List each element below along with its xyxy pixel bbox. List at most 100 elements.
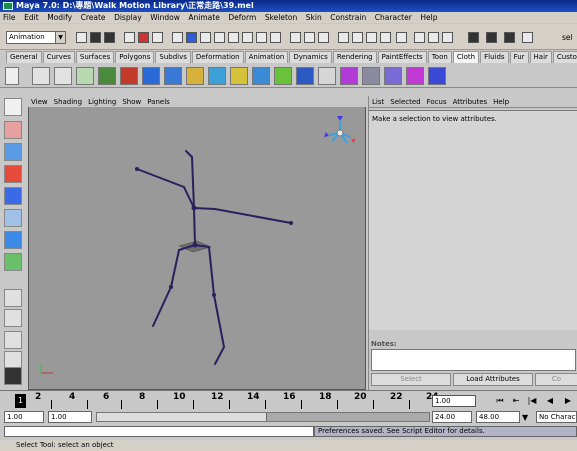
cloth-document-icon[interactable] — [318, 67, 336, 85]
open-scene-icon[interactable] — [90, 32, 101, 43]
render-icon[interactable] — [414, 32, 425, 43]
show-channel-box-icon[interactable] — [504, 32, 515, 43]
tab-subdivs[interactable]: Subdivs — [155, 51, 191, 63]
history-icon[interactable] — [338, 32, 349, 43]
current-frame-marker[interactable]: 1 — [15, 394, 26, 408]
attr-menu-list[interactable]: List — [369, 96, 387, 108]
menu-animate[interactable]: Animate — [185, 12, 222, 23]
viewport-menu-show[interactable]: Show — [119, 97, 144, 108]
go-to-start-icon[interactable]: ⏮ — [494, 394, 506, 407]
show-tool-settings-icon[interactable] — [486, 32, 497, 43]
tab-rendering[interactable]: Rendering — [332, 51, 377, 63]
tab-hair[interactable]: Hair — [529, 51, 552, 63]
cloth-collision-icon[interactable] — [142, 67, 160, 85]
select-button[interactable]: Select — [371, 373, 451, 386]
save-scene-icon[interactable] — [104, 32, 115, 43]
tab-curves[interactable]: Curves — [42, 51, 75, 63]
range-handle[interactable] — [97, 413, 267, 421]
menu-file[interactable]: File — [0, 12, 19, 23]
character-set-dropdown[interactable]: No Character — [536, 411, 577, 423]
select-hierarchy-icon[interactable] — [124, 32, 135, 43]
tab-painteffects[interactable]: PaintEffects — [377, 51, 427, 63]
playback-start-field[interactable]: 1.00 — [48, 411, 92, 423]
pick-mask-icon[interactable] — [172, 32, 183, 43]
select-deformers-icon[interactable] — [228, 32, 239, 43]
play-forward-icon[interactable]: ▶ — [562, 394, 574, 407]
move-tool-icon[interactable] — [4, 165, 22, 183]
tab-fur[interactable]: Fur — [509, 51, 529, 63]
four-pane-layout-icon[interactable] — [4, 309, 22, 327]
tab-deformation[interactable]: Deformation — [191, 51, 244, 63]
tab-custom[interactable]: Custom — [552, 51, 577, 63]
menu-constrain[interactable]: Constrain — [327, 12, 369, 23]
select-curves-icon[interactable] — [200, 32, 211, 43]
select-tool-icon[interactable] — [4, 98, 22, 116]
new-scene-icon[interactable] — [76, 32, 87, 43]
tab-polygons[interactable]: Polygons — [115, 51, 155, 63]
menu-skin[interactable]: Skin — [303, 12, 325, 23]
cloth-solver-icon[interactable] — [98, 67, 116, 85]
cloth-field-icon[interactable] — [208, 67, 226, 85]
cloth-property-icon[interactable] — [186, 67, 204, 85]
chevron-down-icon[interactable]: ▼ — [522, 413, 528, 422]
animation-start-field[interactable]: 1.00 — [4, 411, 44, 423]
menu-create[interactable]: Create — [78, 12, 109, 23]
snap-point-icon[interactable] — [318, 32, 329, 43]
viewport-menu-shading[interactable]: Shading — [51, 97, 85, 108]
snap-curve-icon[interactable] — [304, 32, 315, 43]
create-panel-icon[interactable] — [54, 67, 72, 85]
select-component-icon[interactable] — [152, 32, 163, 43]
perspective-viewport[interactable] — [28, 96, 366, 390]
step-back-frame-icon[interactable]: |◀ — [526, 394, 538, 407]
viewport-menu-panels[interactable]: Panels — [144, 97, 173, 108]
show-attribute-editor-icon[interactable] — [468, 32, 479, 43]
input-line-icon[interactable] — [396, 32, 407, 43]
cloth-paint-icon[interactable] — [384, 67, 402, 85]
cloth-update-icon[interactable] — [296, 67, 314, 85]
play-backward-icon[interactable]: ◀ — [544, 394, 556, 407]
menu-window[interactable]: Window — [147, 12, 183, 23]
command-input[interactable] — [4, 426, 314, 437]
select-surfaces-icon[interactable] — [214, 32, 225, 43]
cloth-constraint-icon[interactable] — [164, 67, 182, 85]
scale-tool-icon[interactable] — [4, 209, 22, 227]
step-back-key-icon[interactable]: ⇤ — [510, 394, 522, 407]
tab-surfaces[interactable]: Surfaces — [75, 51, 115, 63]
render-globals-icon[interactable] — [442, 32, 453, 43]
cloth-simulate-icon[interactable] — [274, 67, 292, 85]
cloth-remove-icon[interactable] — [362, 67, 380, 85]
playback-range-bar[interactable] — [96, 412, 430, 422]
tab-fluids[interactable]: Fluids — [480, 51, 509, 63]
menu-set-dropdown[interactable]: Animation ▼ — [6, 31, 66, 44]
snap-grid-icon[interactable] — [290, 32, 301, 43]
menu-edit[interactable]: Edit — [21, 12, 42, 23]
attr-menu-attributes[interactable]: Attributes — [450, 96, 491, 108]
tab-cloth[interactable]: Cloth — [452, 51, 480, 63]
menu-skeleton[interactable]: Skeleton — [262, 12, 300, 23]
ipr-render-icon[interactable] — [428, 32, 439, 43]
paint-select-tool-icon[interactable] — [4, 143, 22, 161]
animation-end-field[interactable]: 48.00 — [476, 411, 520, 423]
cloth-start-frame-icon[interactable] — [252, 67, 270, 85]
attr-menu-selected[interactable]: Selected — [387, 96, 423, 108]
viewport-menu-view[interactable]: View — [28, 97, 51, 108]
cloth-save-icon[interactable] — [406, 67, 424, 85]
select-object-icon[interactable] — [138, 32, 149, 43]
current-time-field[interactable]: 1.00 — [432, 395, 476, 407]
playback-end-field[interactable]: 24.00 — [432, 411, 472, 423]
quick-select-icon[interactable] — [522, 32, 533, 43]
hypershade-layout-icon[interactable] — [4, 367, 22, 385]
tab-toon[interactable]: Toon — [427, 51, 452, 63]
time-slider[interactable]: 1 2 4 6 8 10 12 14 16 18 20 22 24 1.00 ⏮… — [0, 390, 577, 410]
menu-display[interactable]: Display — [111, 12, 145, 23]
tab-dynamics[interactable]: Dynamics — [289, 51, 332, 63]
cloth-stitch-icon[interactable] — [340, 67, 358, 85]
cloth-load-icon[interactable] — [428, 67, 446, 85]
attr-menu-focus[interactable]: Focus — [424, 96, 450, 108]
manipulator-tool-icon[interactable] — [4, 231, 22, 249]
attr-menu-help[interactable]: Help — [490, 96, 512, 108]
select-joints-icon[interactable] — [186, 32, 197, 43]
viewport-menu-lighting[interactable]: Lighting — [85, 97, 119, 108]
copy-tab-button[interactable]: Co — [535, 373, 577, 386]
construction-history-icon[interactable] — [352, 32, 363, 43]
